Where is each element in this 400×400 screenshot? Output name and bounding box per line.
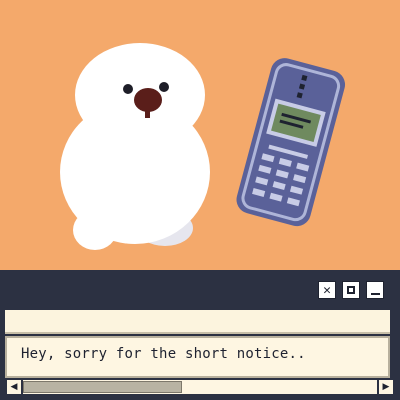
horizontal-scrollbar[interactable]: ◀ ▶ [5, 378, 395, 396]
minimize-icon [370, 293, 380, 295]
maximize-icon [347, 286, 355, 294]
close-icon: ✕ [323, 282, 331, 298]
dialog-text-area: Hey, sorry for the short notice.. [5, 336, 390, 378]
scroll-thumb[interactable] [23, 381, 182, 393]
arrow-right-icon: ▶ [382, 382, 390, 392]
game-scene [0, 0, 400, 270]
dialog-window: ✕ Hey, sorry for the short notice.. ◀ ▶ [0, 270, 400, 400]
arrow-left-icon: ◀ [10, 382, 18, 392]
maximize-button[interactable] [342, 281, 360, 299]
dialog-titlebar: ✕ [0, 270, 400, 308]
dialog-message: Hey, sorry for the short notice.. [21, 346, 306, 362]
close-button[interactable]: ✕ [318, 281, 336, 299]
scroll-left-button[interactable]: ◀ [7, 380, 23, 394]
dialog-toolbar-strip [5, 310, 390, 334]
phone-icon [236, 58, 346, 227]
minimize-button[interactable] [366, 281, 384, 299]
scroll-right-button[interactable]: ▶ [377, 380, 393, 394]
